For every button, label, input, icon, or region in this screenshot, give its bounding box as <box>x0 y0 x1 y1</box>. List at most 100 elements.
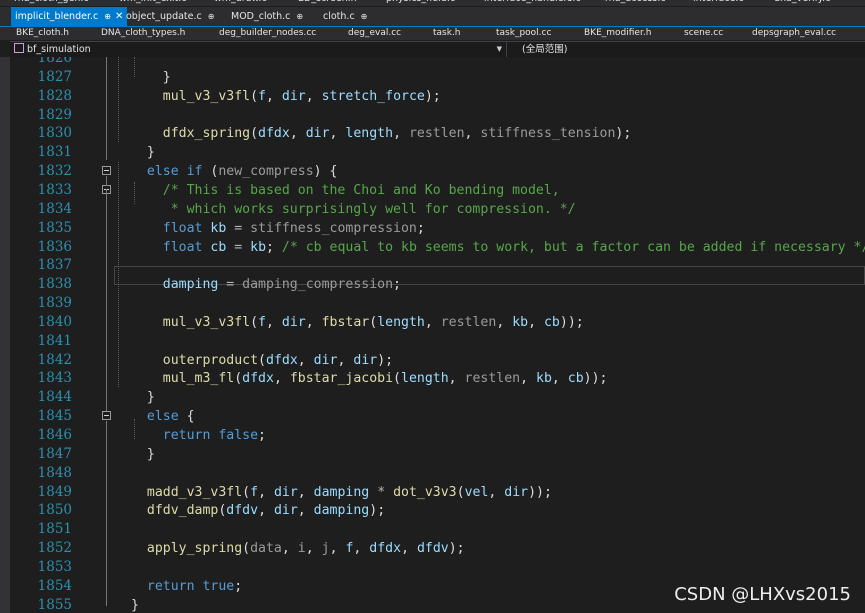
code-token: madd_v3_v3fl <box>131 484 243 500</box>
code-token: /* cb equal to kb seems to work, but a f… <box>281 239 865 255</box>
tab-overflow-6[interactable]: rna_access.c <box>605 0 666 6</box>
line-number: 1831 <box>37 144 72 161</box>
code-token: ( <box>393 371 401 387</box>
code-line: 1831 } <box>10 143 865 162</box>
line-number: 1854 <box>37 577 72 594</box>
code-token: ); <box>424 88 441 104</box>
line-number: 1848 <box>37 464 72 481</box>
code-token: dir <box>273 503 298 519</box>
tab-secondary-4[interactable]: task.h <box>433 27 461 40</box>
tab-3[interactable]: cloth.c ⊕ <box>323 8 367 25</box>
code-token: ); <box>615 126 632 142</box>
fold-outline <box>106 176 107 186</box>
tab-secondary-5[interactable]: task_pool.cc <box>496 27 551 40</box>
code-token: stiffness_compression <box>250 220 417 236</box>
code-token: { <box>186 409 195 425</box>
tab-secondary-6[interactable]: BKE_modifier.h <box>584 27 651 40</box>
tab-overflow-1[interactable]: wm_init_exit.c <box>119 0 186 6</box>
code-token: dir <box>353 352 378 368</box>
tab-secondary-2[interactable]: deg_builder_nodes.cc <box>219 27 316 40</box>
code-token: ( <box>250 88 259 104</box>
code-text: return true; <box>131 577 242 596</box>
code-token: ; <box>393 277 401 293</box>
code-token: dfdx <box>266 352 298 368</box>
code-line: 1853 <box>10 558 865 577</box>
tab-overflow-8[interactable]: dna_verify.c <box>774 0 830 6</box>
line-number: 1838 <box>37 276 72 293</box>
line-number: 1830 <box>37 125 72 142</box>
code-token: , <box>281 541 298 557</box>
scope-dropdown[interactable]: (全局范围) <box>522 42 567 57</box>
code-token: , <box>329 541 346 557</box>
code-token: return false <box>131 428 259 443</box>
pin-icon[interactable]: ⊕ <box>104 12 111 21</box>
code-token: new_compress <box>218 164 314 180</box>
pin-icon[interactable]: ⊕ <box>361 12 368 21</box>
code-text: } <box>131 143 155 162</box>
code-token: kb <box>512 314 529 330</box>
code-text: dfdx_spring(dfdx, dir, length, restlen, … <box>131 124 632 143</box>
line-number: 1835 <box>37 219 72 236</box>
code-token: mul_v3_v3fl <box>131 314 251 330</box>
tab-secondary-1[interactable]: DNA_cloth_types.h <box>101 27 185 40</box>
code-token: stretch_force <box>321 88 425 104</box>
code-line: 1842 outerproduct(dfdx, dir, dir); <box>10 351 865 370</box>
fold-outline <box>106 421 107 606</box>
close-icon[interactable]: ✕ <box>115 11 123 22</box>
code-line: 1840 mul_v3_v3fl(f, dir, fbstar(length, … <box>10 313 865 332</box>
tab-overflow-0[interactable]: rna_cloth_gen.c <box>14 0 89 6</box>
code-token: kb <box>210 220 227 236</box>
code-token: , <box>297 352 314 368</box>
code-token: dfdv <box>416 541 449 557</box>
chevron-down-icon: ▼ <box>496 45 502 53</box>
code-token: )); <box>583 371 608 387</box>
tab-overflow-5[interactable]: interface_handlers.c <box>484 0 581 6</box>
code-token: dfdx_spring <box>131 126 251 142</box>
fold-toggle-icon[interactable] <box>102 411 111 421</box>
code-token: , <box>329 126 346 142</box>
tab-overflow-4[interactable]: physics_fluid.c <box>386 0 455 6</box>
code-text: } <box>131 388 155 407</box>
tab-overflow-7[interactable]: interface.c <box>693 0 744 6</box>
tab-overflow-2[interactable]: wm_draw.c <box>214 0 267 6</box>
pin-icon[interactable]: ⊕ <box>296 12 303 21</box>
code-token: ); <box>448 541 465 557</box>
tab-overflow-3[interactable]: ED_screen.h <box>298 0 357 6</box>
code-token: , <box>496 314 513 330</box>
tab-0[interactable]: implicit_blender.c ⊕ ✕ <box>11 7 128 26</box>
code-text: } <box>131 445 155 464</box>
code-line: 1836 float cb = kb; /* cb equal to kb se… <box>10 238 865 257</box>
tab-secondary-0[interactable]: BKE_cloth.h <box>16 27 69 40</box>
tab-2[interactable]: MOD_cloth.c ⊕ <box>231 8 303 25</box>
function-dropdown[interactable]: bf_simulation ▼ <box>12 42 507 57</box>
code-token: fbstar_jacobi <box>289 371 394 387</box>
code-token: , <box>488 484 505 500</box>
code-token: dfdx <box>242 371 274 387</box>
tab-secondary-7[interactable]: scene.cc <box>684 27 723 40</box>
code-token: ( <box>242 484 251 500</box>
code-token: ( <box>258 352 266 368</box>
code-editor[interactable]: 1826 1827 } 1828 mul_v3_v3fl(f, dir, stret… <box>10 57 865 613</box>
code-line: 1847 } <box>10 445 865 464</box>
code-text: return false; <box>131 426 266 445</box>
line-number: 1841 <box>37 332 72 349</box>
tab-secondary-8[interactable]: depsgraph_eval.cc <box>752 27 836 40</box>
code-token: mul_m3_fl <box>131 371 235 387</box>
code-token: vel <box>464 484 489 500</box>
code-line: 1852 apply_spring(data, i, j, f, dfdx, d… <box>10 539 865 558</box>
code-line: 1837 <box>10 256 865 275</box>
tab-label: MOD_cloth.c <box>231 11 291 22</box>
line-number: 1850 <box>37 502 72 519</box>
code-token: , <box>393 126 409 142</box>
code-token: ( <box>456 484 465 500</box>
code-token: damping <box>131 277 219 293</box>
code-token: return true <box>131 578 235 594</box>
code-text: * which works surprisingly well for comp… <box>131 200 576 219</box>
tab-secondary-3[interactable]: deg_eval.cc <box>348 27 401 40</box>
code-token: , <box>297 503 314 519</box>
tab-1[interactable]: object_update.c ⊕ <box>126 8 214 25</box>
fold-toggle-icon[interactable] <box>102 166 111 176</box>
line-number: 1851 <box>37 521 72 538</box>
line-number: 1826 <box>37 57 72 66</box>
pin-icon[interactable]: ⊕ <box>208 12 215 21</box>
